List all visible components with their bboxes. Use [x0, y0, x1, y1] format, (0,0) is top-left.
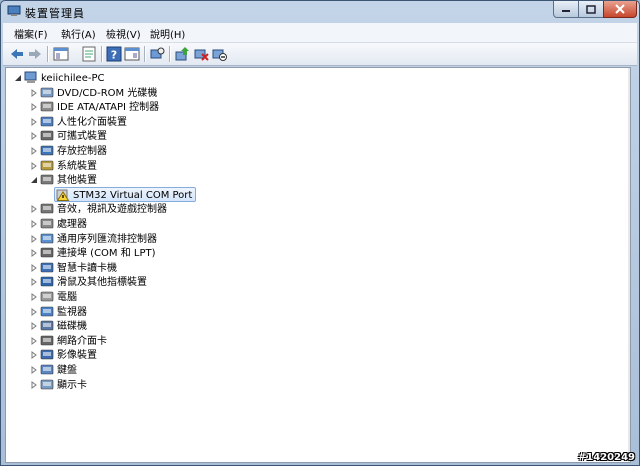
expand-toggle-icon[interactable] — [30, 278, 38, 287]
network-adapter-icon — [40, 335, 54, 346]
expand-toggle-icon[interactable] — [30, 293, 38, 301]
smartcard-reader-icon — [40, 262, 54, 273]
device-manager-window: 裝置管理員 檔案(F) 執行(A) 檢視(V) 說明(H) ? keiichil… — [0, 0, 640, 466]
show-hide-console-tree-icon[interactable] — [53, 46, 69, 62]
forward-arrow-icon[interactable] — [27, 46, 43, 62]
expand-toggle-icon[interactable] — [30, 366, 38, 374]
maximize-icon — [586, 4, 596, 14]
expand-toggle-icon[interactable] — [14, 74, 22, 82]
category-label[interactable]: IDE ATA/ATAPI 控制器 — [57, 101, 159, 114]
imaging-device-icon — [40, 350, 54, 360]
dvd-drive-icon — [40, 87, 54, 97]
expand-toggle-icon[interactable] — [30, 88, 38, 97]
close-button[interactable] — [603, 1, 637, 18]
category-label[interactable]: 存放控制器 — [57, 145, 107, 158]
mouse-icon — [40, 277, 54, 287]
computer-icon — [40, 291, 54, 302]
disk-drive-icon — [40, 320, 54, 331]
update-driver-icon[interactable] — [174, 46, 190, 62]
scan-hardware-changes-icon[interactable] — [149, 46, 165, 62]
keyboard-icon — [40, 364, 54, 375]
category-label[interactable]: 通用序列匯流排控制器 — [57, 233, 157, 246]
device-label[interactable]: STM32 Virtual COM Port — [73, 189, 192, 202]
usb-icon — [40, 233, 54, 243]
processor-icon — [40, 218, 54, 229]
close-icon — [615, 4, 625, 14]
expand-toggle-icon[interactable] — [30, 117, 38, 126]
menu-action[interactable]: 執行(A) — [61, 26, 96, 41]
expand-toggle-icon[interactable] — [30, 220, 38, 228]
back-arrow-icon[interactable] — [9, 46, 25, 62]
help-icon[interactable]: ? — [106, 46, 122, 62]
category-label[interactable]: 磁碟機 — [57, 320, 87, 333]
toolbar: ? — [3, 43, 637, 66]
category-label[interactable]: 可攜式裝置 — [57, 130, 107, 143]
storage-controller-icon — [40, 145, 54, 156]
category-label[interactable]: 處理器 — [57, 218, 87, 231]
expand-toggle-icon[interactable] — [30, 380, 38, 389]
menu-file[interactable]: 檔案(F) — [14, 26, 48, 41]
minimize-button[interactable] — [553, 1, 579, 18]
device-manager-icon — [7, 5, 21, 16]
computer-root-icon — [24, 71, 37, 83]
category-label[interactable]: DVD/CD-ROM 光碟機 — [57, 87, 157, 100]
expand-toggle-icon[interactable] — [30, 307, 38, 316]
category-label[interactable]: 滑鼠及其他指標裝置 — [57, 276, 147, 289]
toolbar-separator — [47, 46, 49, 62]
expand-toggle-icon[interactable] — [30, 103, 38, 112]
minimize-icon — [562, 10, 570, 12]
expand-toggle-icon[interactable] — [30, 234, 38, 243]
category-label[interactable]: 人性化介面裝置 — [57, 116, 127, 129]
watermark: #1420249 — [577, 452, 635, 463]
menu-bar: 檔案(F) 執行(A) 檢視(V) 說明(H) — [3, 23, 637, 43]
title-bar[interactable]: 裝置管理員 — [1, 1, 639, 23]
expand-toggle-icon[interactable] — [30, 351, 38, 360]
expand-toggle-icon[interactable] — [30, 132, 38, 141]
category-label[interactable]: 監視器 — [57, 306, 87, 319]
toolbar-separator — [144, 46, 146, 62]
expand-toggle-icon[interactable] — [30, 176, 38, 184]
window-title: 裝置管理員 — [25, 7, 85, 20]
hid-icon — [40, 116, 54, 127]
expand-toggle-icon[interactable] — [30, 249, 38, 258]
toolbar-separator — [169, 46, 171, 62]
other-device-icon — [40, 174, 54, 185]
expand-toggle-icon[interactable] — [30, 205, 38, 214]
category-label[interactable]: 顯示卡 — [57, 379, 87, 392]
port-icon — [40, 247, 54, 258]
system-device-icon — [40, 160, 54, 170]
category-label[interactable]: 網路介面卡 — [57, 335, 107, 348]
display-adapter-icon — [40, 379, 54, 389]
portable-device-icon — [40, 131, 54, 141]
category-label[interactable]: 影像裝置 — [57, 349, 97, 362]
view-icon[interactable] — [124, 46, 140, 62]
category-label[interactable]: 音效，視訊及遊戲控制器 — [57, 203, 167, 216]
maximize-button[interactable] — [578, 1, 604, 18]
category-label[interactable]: 系統裝置 — [57, 160, 97, 173]
tree-root-label[interactable]: keiichilee-PC — [41, 72, 104, 85]
category-label[interactable]: 電腦 — [57, 291, 77, 304]
disable-device-icon[interactable] — [211, 46, 227, 62]
menu-help[interactable]: 說明(H) — [150, 26, 185, 41]
toolbar-separator — [101, 46, 103, 62]
menu-view[interactable]: 檢視(V) — [106, 26, 141, 41]
ide-controller-icon — [40, 101, 54, 112]
monitor-icon — [40, 306, 54, 316]
scrollbar[interactable] — [628, 68, 630, 462]
expand-toggle-icon[interactable] — [30, 161, 38, 170]
properties-icon[interactable] — [81, 46, 97, 62]
expand-toggle-icon[interactable] — [30, 336, 38, 345]
warning-device-icon — [56, 189, 70, 201]
device-tree[interactable]: keiichilee-PC DVD/CD-ROM 光碟機 IDE ATA/ATAPI… — [5, 67, 631, 463]
svg-text:?: ? — [111, 49, 117, 62]
sound-icon — [40, 204, 54, 214]
category-label[interactable]: 連接埠 (COM 和 LPT) — [57, 247, 156, 260]
category-label[interactable]: 智慧卡讀卡機 — [57, 262, 117, 275]
expand-toggle-icon[interactable] — [30, 263, 38, 272]
category-label[interactable]: 鍵盤 — [57, 364, 77, 377]
category-label[interactable]: 其他裝置 — [57, 174, 97, 187]
expand-toggle-icon[interactable] — [30, 147, 38, 155]
uninstall-icon[interactable] — [193, 46, 209, 62]
expand-toggle-icon[interactable] — [30, 322, 38, 331]
